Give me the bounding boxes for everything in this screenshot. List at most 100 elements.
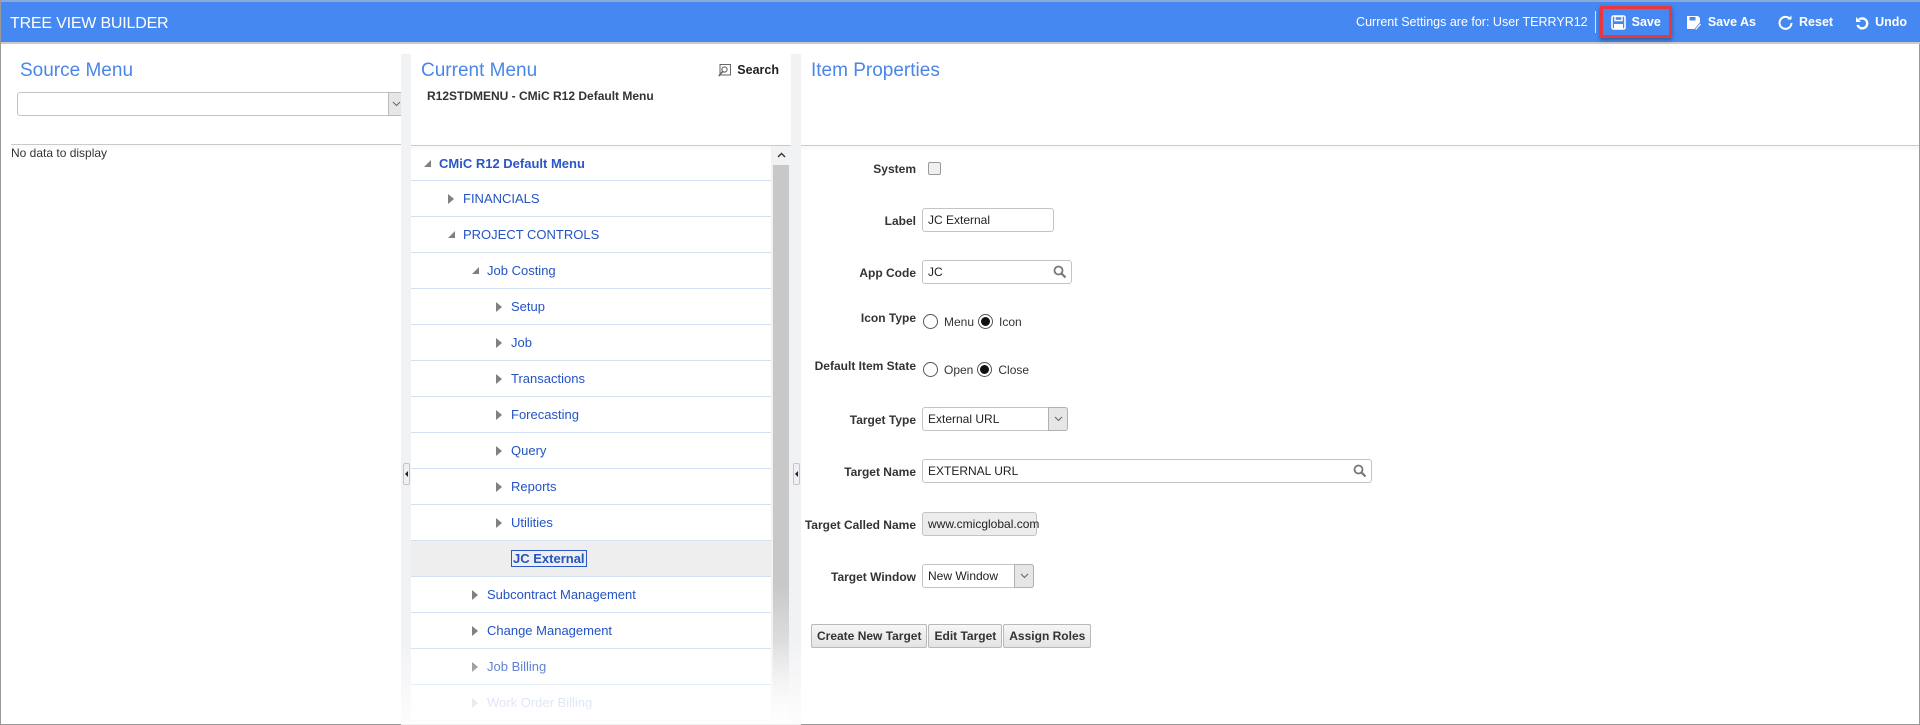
source-menu-panel: Source Menu No data to display <box>1 44 405 724</box>
default-item-state-label: Default Item State <box>814 359 916 373</box>
icon-type-radio-group: Menu Icon <box>923 314 1026 329</box>
tree-item-label: Change Management <box>487 623 613 638</box>
tree-item[interactable]: Forecasting <box>411 397 771 433</box>
tree-item[interactable]: CMiC R12 Default Menu <box>411 146 771 181</box>
save-as-button[interactable]: Save As <box>1678 6 1764 38</box>
divider <box>11 144 403 145</box>
splitter-right[interactable] <box>791 54 801 724</box>
undo-label: Undo <box>1875 15 1907 29</box>
tree-item-label: Setup <box>511 299 545 314</box>
tree-item-label: Job <box>511 335 532 350</box>
label-input[interactable]: JC External <box>922 208 1054 232</box>
tree-item-label: Query <box>511 443 547 458</box>
tree-item[interactable]: Query <box>411 433 771 469</box>
collapsed-triangle-icon[interactable] <box>469 697 481 709</box>
leaf-spacer <box>493 553 505 565</box>
tree-item[interactable]: Reports <box>411 469 771 505</box>
target-type-label: Target Type <box>849 413 916 427</box>
collapsed-triangle-icon[interactable] <box>469 589 481 601</box>
icon-type-icon-radio[interactable] <box>978 314 994 329</box>
divider <box>801 145 1919 146</box>
lookup-search-icon[interactable] <box>1053 265 1067 279</box>
expanded-triangle-icon[interactable] <box>445 229 457 241</box>
collapsed-triangle-icon[interactable] <box>469 625 481 637</box>
search-icon <box>718 63 732 77</box>
save-as-label: Save As <box>1707 15 1757 29</box>
tree-item-label: JC External <box>511 550 587 567</box>
collapsed-triangle-icon[interactable] <box>493 409 505 421</box>
save-label: Save <box>1631 15 1661 29</box>
current-settings-text: Current Settings are for: User TERRYR12 <box>1356 11 1596 33</box>
collapsed-triangle-icon[interactable] <box>493 337 505 349</box>
edit-target-button[interactable]: Edit Target <box>928 624 1003 648</box>
current-menu-title: Current Menu <box>421 60 538 81</box>
target-window-label: Target Window <box>831 570 916 584</box>
collapse-middle-handle[interactable] <box>793 463 800 485</box>
tree-item-label: FINANCIALS <box>463 191 540 206</box>
save-icon <box>1610 14 1626 30</box>
tree-item[interactable]: Utilities <box>411 505 771 541</box>
target-called-name-field: www.cmicglobal.com <box>922 512 1039 536</box>
tree-item-label: Transactions <box>511 371 585 386</box>
tree-item-label: Subcontract Management <box>487 587 636 602</box>
tree-item[interactable]: Job <box>411 325 771 361</box>
tree-item[interactable]: Work Order Billing <box>411 685 771 721</box>
icon-type-menu-radio[interactable] <box>923 314 938 329</box>
caret-left-icon <box>795 471 798 477</box>
tree-item[interactable]: FINANCIALS <box>411 181 771 217</box>
save-as-icon <box>1686 15 1702 30</box>
app-title: TREE VIEW BUILDER <box>10 15 169 32</box>
target-window-select[interactable]: New Window <box>922 564 1034 588</box>
target-type-value: External URL <box>928 412 1000 426</box>
tree-item[interactable]: PROJECT CONTROLS <box>411 217 771 253</box>
tree-item-label: CMiC R12 Default Menu <box>439 155 585 171</box>
tree-item[interactable]: Job Billing <box>411 649 771 685</box>
scroll-up-button[interactable] <box>771 146 791 164</box>
tree-item[interactable]: Transactions <box>411 361 771 397</box>
state-close-label: Close <box>998 362 1030 377</box>
tree-item-label: PROJECT CONTROLS <box>463 227 600 242</box>
chevron-down-icon[interactable] <box>1014 564 1034 588</box>
reset-button[interactable]: Reset <box>1770 6 1841 38</box>
chevron-down-icon[interactable] <box>1048 407 1068 431</box>
undo-button[interactable]: Undo <box>1847 6 1915 38</box>
system-checkbox[interactable] <box>928 162 941 175</box>
tree-item-label: Forecasting <box>511 407 579 422</box>
collapsed-triangle-icon[interactable] <box>493 301 505 313</box>
target-name-input[interactable]: EXTERNAL URL <box>922 459 1372 483</box>
collapsed-triangle-icon[interactable] <box>493 445 505 457</box>
collapse-left-handle[interactable] <box>403 463 410 485</box>
tree-item[interactable]: JC External <box>411 541 771 577</box>
scroll-thumb[interactable] <box>773 165 789 724</box>
tree-item[interactable]: Change Management <box>411 613 771 649</box>
current-menu-header: Current Menu R12STDMENU - CMiC R12 Defau… <box>411 54 791 145</box>
assign-roles-button[interactable]: Assign Roles <box>1003 624 1092 648</box>
tree-item[interactable]: Setup <box>411 289 771 325</box>
tree-item[interactable]: Subcontract Management <box>411 577 771 613</box>
target-name-label: Target Name <box>844 465 916 479</box>
menu-tree: CMiC R12 Default Menu FINANCIALS PROJECT C… <box>411 146 771 724</box>
collapsed-triangle-icon[interactable] <box>493 373 505 385</box>
app-code-input[interactable]: JC <box>922 260 1072 284</box>
save-button[interactable]: Save <box>1599 6 1672 38</box>
target-type-select[interactable]: External URL <box>922 407 1068 431</box>
state-close-radio[interactable] <box>977 362 993 377</box>
caret-left-icon <box>405 471 408 477</box>
toolbar: Current Settings are for: User TERRYR12 … <box>1356 2 1920 42</box>
search-button[interactable]: Search <box>718 63 779 77</box>
source-menu-select[interactable] <box>17 92 405 116</box>
tree-scrollbar[interactable] <box>771 146 791 724</box>
collapsed-triangle-icon[interactable] <box>493 481 505 493</box>
expanded-triangle-icon[interactable] <box>469 265 481 277</box>
lookup-search-icon[interactable] <box>1353 464 1367 478</box>
expanded-triangle-icon[interactable] <box>421 157 433 169</box>
state-open-radio[interactable] <box>923 362 938 377</box>
collapsed-triangle-icon[interactable] <box>493 517 505 529</box>
default-item-state-radio-group: Open Close <box>923 362 1033 377</box>
splitter-left[interactable] <box>401 54 411 724</box>
target-window-value: New Window <box>928 569 999 583</box>
tree-item[interactable]: Job Costing <box>411 253 771 289</box>
collapsed-triangle-icon[interactable] <box>445 193 457 205</box>
create-new-target-button[interactable]: Create New Target <box>811 624 928 648</box>
collapsed-triangle-icon[interactable] <box>469 661 481 673</box>
